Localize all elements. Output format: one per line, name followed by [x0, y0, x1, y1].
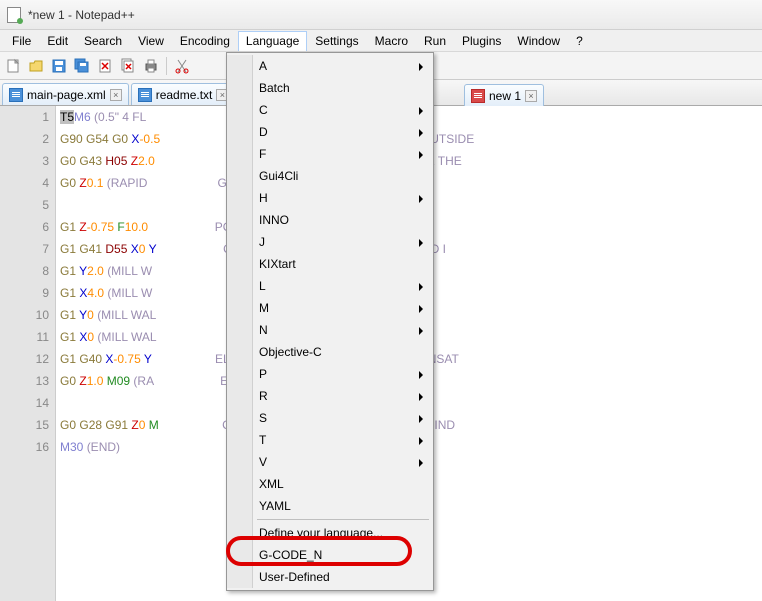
- save-button[interactable]: [48, 55, 70, 77]
- menu-window[interactable]: Window: [509, 31, 568, 51]
- language-menu-item[interactable]: INNO: [229, 209, 431, 231]
- language-menu-item[interactable]: F: [229, 143, 431, 165]
- language-menu-item[interactable]: M: [229, 297, 431, 319]
- language-menu-item[interactable]: XML: [229, 473, 431, 495]
- file-tab[interactable]: main-page.xml ×: [2, 83, 129, 105]
- tab-label: readme.txt: [156, 88, 213, 102]
- file-tab[interactable]: readme.txt×: [131, 83, 236, 105]
- line-number: 12: [0, 348, 49, 370]
- language-menu-item[interactable]: Batch: [229, 77, 431, 99]
- menu-plugins[interactable]: Plugins: [454, 31, 509, 51]
- print-button[interactable]: [140, 55, 162, 77]
- menu-file[interactable]: File: [4, 31, 39, 51]
- secondary-tab-bar: new 1 ×: [464, 80, 546, 106]
- line-number: 13: [0, 370, 49, 392]
- language-menu-item[interactable]: L: [229, 275, 431, 297]
- file-icon: [471, 89, 485, 103]
- line-number: 10: [0, 304, 49, 326]
- tab-label: main-page.xml: [27, 88, 106, 102]
- language-menu-item[interactable]: G-CODE_N: [229, 544, 431, 566]
- save-all-button[interactable]: [71, 55, 93, 77]
- language-menu-item[interactable]: Gui4Cli: [229, 165, 431, 187]
- line-number: 5: [0, 194, 49, 216]
- menu-encoding[interactable]: Encoding: [172, 31, 238, 51]
- title-bar: *new 1 - Notepad++: [0, 0, 762, 30]
- language-menu-item[interactable]: H: [229, 187, 431, 209]
- file-tab[interactable]: new 1 ×: [464, 84, 544, 106]
- language-menu-item[interactable]: D: [229, 121, 431, 143]
- open-file-button[interactable]: [25, 55, 47, 77]
- menu-view[interactable]: View: [130, 31, 172, 51]
- line-number-gutter: 12345678910111213141516: [0, 106, 56, 601]
- menu-language[interactable]: Language: [238, 31, 307, 51]
- language-menu-item[interactable]: S: [229, 407, 431, 429]
- language-menu-item[interactable]: C: [229, 99, 431, 121]
- line-number: 4: [0, 172, 49, 194]
- line-number: 16: [0, 436, 49, 458]
- tab-close-button[interactable]: ×: [110, 89, 122, 101]
- line-number: 6: [0, 216, 49, 238]
- toolbar-separator: [166, 57, 167, 75]
- menu-search[interactable]: Search: [76, 31, 130, 51]
- line-number: 15: [0, 414, 49, 436]
- language-menu-item[interactable]: KIXtart: [229, 253, 431, 275]
- language-menu-item[interactable]: YAML: [229, 495, 431, 517]
- menu-settings[interactable]: Settings: [307, 31, 366, 51]
- file-icon: [9, 88, 23, 102]
- line-number: 1: [0, 106, 49, 128]
- line-number: 7: [0, 238, 49, 260]
- close-button[interactable]: [94, 55, 116, 77]
- language-menu-item[interactable]: A: [229, 55, 431, 77]
- language-menu-item[interactable]: V: [229, 451, 431, 473]
- menu-edit[interactable]: Edit: [39, 31, 76, 51]
- line-number: 3: [0, 150, 49, 172]
- line-number: 14: [0, 392, 49, 414]
- tab-close-button[interactable]: ×: [525, 90, 537, 102]
- menu-run[interactable]: Run: [416, 31, 454, 51]
- language-menu-item[interactable]: P: [229, 363, 431, 385]
- language-menu-item[interactable]: User-Defined: [229, 566, 431, 588]
- line-number: 2: [0, 128, 49, 150]
- window-title: *new 1 - Notepad++: [28, 8, 135, 22]
- tab-label: new 1: [489, 89, 521, 103]
- language-menu: ABatchCDFGui4CliHINNOJKIXtartLMNObjectiv…: [226, 52, 434, 591]
- new-file-button[interactable]: [2, 55, 24, 77]
- app-icon: [6, 7, 22, 23]
- line-number: 8: [0, 260, 49, 282]
- language-menu-item[interactable]: Objective-C: [229, 341, 431, 363]
- menu-macro[interactable]: Macro: [367, 31, 416, 51]
- cut-button[interactable]: [171, 55, 193, 77]
- menu-separator: [257, 519, 429, 520]
- file-icon: [138, 88, 152, 102]
- close-all-button[interactable]: [117, 55, 139, 77]
- language-menu-item[interactable]: T: [229, 429, 431, 451]
- language-menu-item[interactable]: Define your language...: [229, 522, 431, 544]
- language-menu-item[interactable]: J: [229, 231, 431, 253]
- menu-bar: FileEditSearchViewEncodingLanguageSettin…: [0, 30, 762, 52]
- line-number: 11: [0, 326, 49, 348]
- line-number: 9: [0, 282, 49, 304]
- menu-?[interactable]: ?: [568, 31, 591, 51]
- language-menu-item[interactable]: N: [229, 319, 431, 341]
- language-menu-item[interactable]: R: [229, 385, 431, 407]
